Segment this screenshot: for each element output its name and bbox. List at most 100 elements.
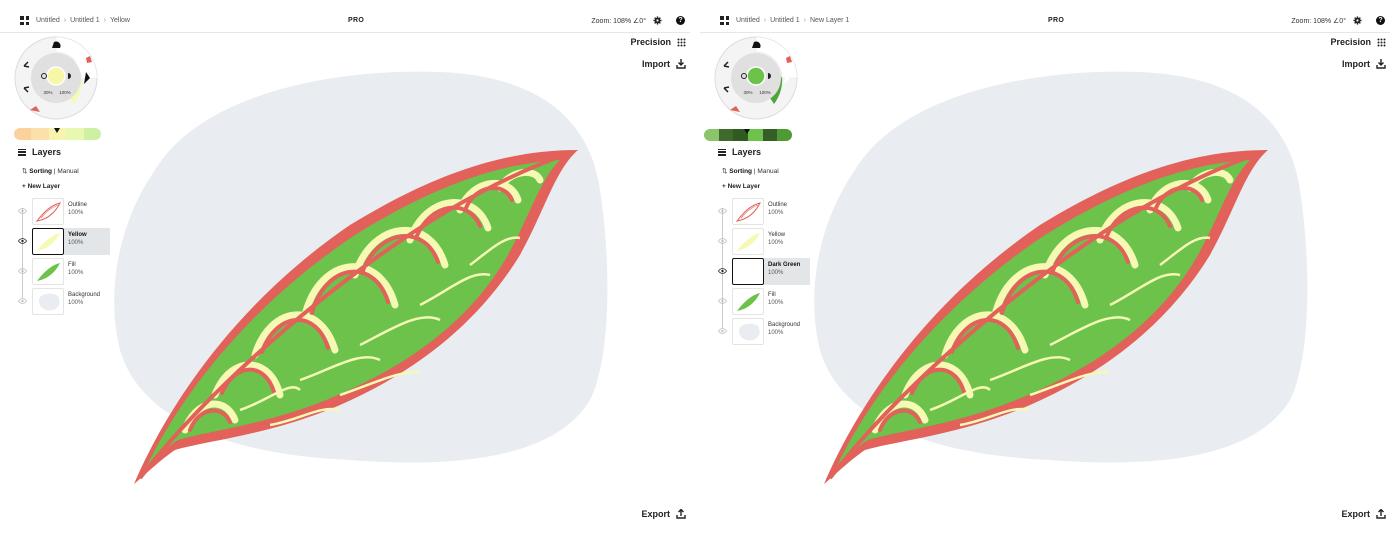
layer-row-outline[interactable]: Outline 100%	[18, 198, 110, 226]
visibility-eye-icon[interactable]	[718, 208, 727, 214]
yellow-thumbnail	[737, 233, 760, 251]
gear-icon[interactable]	[1353, 16, 1362, 25]
export-button[interactable]: Export	[1341, 509, 1386, 519]
layer-info[interactable]: Fill 100%	[764, 288, 810, 315]
top-bar: Untitled › Untitled 1 › Yellow PRO Zoom: 108…	[0, 10, 690, 33]
visibility-eye-icon[interactable]	[18, 298, 27, 304]
opacity-value: 30%	[743, 90, 752, 95]
current-color-swatch[interactable]	[746, 66, 766, 86]
help-icon[interactable]: ?	[1376, 16, 1385, 25]
sorting-control[interactable]: ⇅ Sorting | Manual	[722, 167, 779, 175]
layer-info[interactable]: Background 100%	[64, 288, 110, 315]
current-color-swatch[interactable]	[46, 66, 66, 86]
color-swatch[interactable]	[704, 129, 719, 141]
gallery-grid-icon[interactable]	[720, 16, 729, 25]
layer-thumbnail[interactable]	[32, 228, 64, 255]
layer-info[interactable]: Background 100%	[764, 318, 810, 345]
layer-info[interactable]: Yellow 100%	[64, 228, 110, 255]
color-swatch[interactable]	[14, 128, 32, 140]
fill-thumbnail	[737, 293, 760, 311]
layers-header[interactable]: Layers	[718, 147, 761, 157]
pro-badge[interactable]: PRO	[348, 17, 364, 24]
visibility-eye-icon[interactable]	[18, 238, 27, 244]
layer-row-background[interactable]: Background 100%	[18, 288, 110, 316]
color-swatch[interactable]	[748, 129, 763, 141]
import-button[interactable]: Import	[1342, 59, 1386, 69]
import-icon	[676, 59, 686, 69]
layer-info[interactable]: Fill 100%	[64, 258, 110, 285]
breadcrumb-item: New Layer 1	[810, 17, 850, 24]
layers-header[interactable]: Layers	[18, 147, 61, 157]
export-button[interactable]: Export	[641, 509, 686, 519]
layer-thumbnail[interactable]	[732, 258, 764, 285]
pro-badge[interactable]: PRO	[1048, 17, 1064, 24]
visibility-eye-icon[interactable]	[718, 238, 727, 244]
gallery-grid-icon[interactable]	[20, 16, 29, 25]
tool-wheel[interactable]: 30% 100%	[14, 36, 98, 120]
opacity-value: 30%	[43, 90, 52, 95]
visibility-eye-icon[interactable]	[718, 268, 727, 274]
precision-button[interactable]: Precision	[630, 37, 686, 47]
gear-icon[interactable]	[653, 16, 662, 25]
layer-row-fill[interactable]: Fill 100%	[18, 258, 110, 286]
breadcrumb-item: Yellow	[110, 17, 130, 24]
layer-info[interactable]: Dark Green 100%	[764, 258, 810, 285]
dot-grid-icon	[1377, 38, 1386, 46]
tool-wheel[interactable]: 30% 100%	[714, 36, 798, 120]
breadcrumb-item[interactable]: Untitled 1	[770, 17, 800, 24]
layers-title: Layers	[32, 147, 62, 157]
size-value: 100%	[759, 90, 771, 95]
color-swatch[interactable]	[777, 129, 792, 141]
import-button[interactable]: Import	[642, 59, 686, 69]
new-layer-button[interactable]: + New Layer	[722, 183, 760, 190]
visibility-eye-icon[interactable]	[18, 268, 27, 274]
color-swatch[interactable]	[83, 128, 101, 140]
layer-row-yellow[interactable]: Yellow 100%	[718, 228, 810, 256]
color-swatch[interactable]	[31, 128, 49, 140]
layer-thumbnail[interactable]	[732, 288, 764, 315]
layer-info[interactable]: Outline 100%	[64, 198, 110, 225]
zoom-readout[interactable]: Zoom: 108% ∠0°	[591, 17, 646, 25]
breadcrumb-item[interactable]: Untitled	[36, 17, 60, 24]
new-layer-button[interactable]: + New Layer	[22, 183, 60, 190]
layer-opacity: 100%	[68, 270, 84, 276]
layer-opacity: 100%	[768, 270, 784, 276]
layer-name: Yellow	[768, 232, 786, 238]
layer-row-background[interactable]: Background 100%	[718, 318, 810, 346]
layer-thumbnail[interactable]	[32, 288, 64, 315]
breadcrumb: Untitled › Untitled 1 › New Layer 1	[736, 17, 850, 24]
visibility-eye-icon[interactable]	[718, 298, 727, 304]
help-icon[interactable]: ?	[676, 16, 685, 25]
layer-name: Background	[68, 292, 101, 298]
background-thumbnail	[738, 323, 760, 341]
layer-name: Outline	[68, 202, 88, 208]
color-swatch[interactable]	[718, 129, 734, 141]
layer-thumbnail[interactable]	[32, 198, 64, 225]
breadcrumb-item[interactable]: Untitled	[736, 17, 760, 24]
layer-opacity: 100%	[68, 240, 84, 246]
color-swatch[interactable]	[762, 129, 778, 141]
layer-thumbnail[interactable]	[732, 318, 764, 345]
precision-button[interactable]: Precision	[1330, 37, 1386, 47]
visibility-eye-icon[interactable]	[18, 208, 27, 214]
layer-thumbnail[interactable]	[732, 198, 764, 225]
app-panel-right: Untitled › Untitled 1 › New Layer 1 PRO Zoom…	[700, 0, 1390, 539]
yellow-thumbnail	[37, 233, 60, 251]
layer-info[interactable]: Outline 100%	[764, 198, 810, 225]
layer-row-fill[interactable]: Fill 100%	[718, 288, 810, 316]
layer-row-yellow[interactable]: Yellow 100%	[18, 228, 110, 256]
visibility-eye-icon[interactable]	[718, 328, 727, 334]
layer-row-outline[interactable]: Outline 100%	[718, 198, 810, 226]
layer-opacity: 100%	[768, 240, 784, 246]
layer-name: Outline	[768, 202, 788, 208]
breadcrumb-item[interactable]: Untitled 1	[70, 17, 100, 24]
zoom-readout[interactable]: Zoom: 108% ∠0°	[1291, 17, 1346, 25]
layer-thumbnail[interactable]	[732, 228, 764, 255]
layer-opacity: 100%	[68, 300, 84, 306]
precision-label: Precision	[630, 37, 671, 47]
sorting-control[interactable]: ⇅ Sorting | Manual	[22, 167, 79, 175]
color-swatch[interactable]	[66, 128, 84, 140]
layer-thumbnail[interactable]	[32, 258, 64, 285]
layer-row-dark-green[interactable]: Dark Green 100%	[718, 258, 810, 286]
layer-info[interactable]: Yellow 100%	[764, 228, 810, 255]
